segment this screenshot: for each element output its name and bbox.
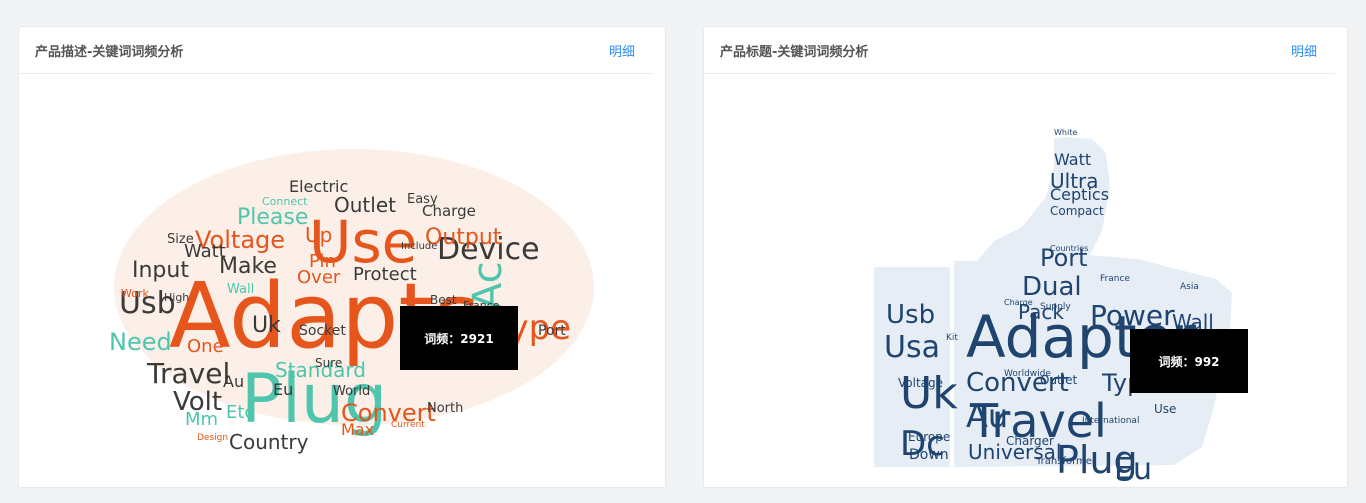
word-cloud-word[interactable]: Ceptics — [1050, 185, 1109, 204]
word-cloud-word[interactable]: Usb — [886, 300, 935, 330]
word-cloud-word[interactable]: Electric — [289, 177, 348, 196]
word-cloud-word[interactable]: Up — [305, 223, 332, 247]
word-cloud-word[interactable]: Size — [167, 232, 194, 247]
word-cloud-word[interactable]: Supply — [1040, 302, 1071, 312]
word-cloud-word[interactable]: Design — [197, 433, 228, 443]
word-cloud-word[interactable]: Kit — [946, 333, 958, 343]
word-cloud-word[interactable]: High — [164, 291, 189, 304]
word-cloud-word[interactable]: Travel — [146, 357, 230, 390]
word-cloud-word[interactable]: Charge — [1004, 298, 1033, 307]
word-cloud-word[interactable]: Uk — [252, 313, 281, 338]
word-cloud-word[interactable]: Work — [121, 287, 149, 300]
word-cloud-word[interactable]: Sure — [315, 356, 342, 370]
word-cloud-word[interactable]: Make — [219, 254, 277, 279]
word-cloud-word[interactable]: One — [187, 336, 224, 357]
word-cloud-word[interactable]: Down — [909, 447, 949, 463]
word-cloud-word[interactable]: Worldwide — [1004, 369, 1051, 379]
word-cloud-word[interactable]: Au — [966, 397, 1008, 435]
word-cloud-word[interactable]: Outlet — [334, 193, 396, 217]
word-cloud-word[interactable]: Max — [341, 420, 374, 439]
frequency-tooltip: 词频：992 — [1130, 329, 1248, 393]
word-cloud-oval[interactable]: AdaptsPlugUseVoltage DeviceAcTypeUsbTrave… — [19, 27, 667, 489]
word-cloud-word[interactable]: World — [333, 384, 370, 399]
word-cloud-word[interactable]: Transformer — [1035, 456, 1097, 467]
word-cloud-word[interactable]: Use — [1154, 402, 1176, 416]
word-cloud-word[interactable]: Socket — [299, 323, 346, 339]
word-cloud-word[interactable]: Europe — [908, 430, 950, 444]
word-cloud-word[interactable]: Etc — [226, 402, 254, 423]
word-cloud-word[interactable]: Watt — [1054, 150, 1091, 169]
keyword-card-title: 产品标题-关键词词频分析 明细 Adapter Travel Plug Power Uk… — [703, 26, 1348, 488]
keyword-card-description: 产品描述-关键词词频分析 明细 Adapts Plug Use Voltage Devi… — [18, 26, 666, 488]
word-cloud-word[interactable]: Charger — [1006, 434, 1054, 448]
frequency-tooltip: 词频：2921 — [400, 306, 518, 370]
word-cloud-word[interactable]: Over — [297, 267, 341, 288]
word-cloud-word[interactable]: Countries — [1050, 244, 1088, 253]
word-cloud-word[interactable]: Usa — [884, 330, 940, 365]
word-cloud-word[interactable]: International — [1082, 416, 1139, 426]
word-cloud-word[interactable]: Please — [237, 205, 308, 230]
word-cloud-word[interactable]: Au — [223, 372, 244, 391]
word-cloud-word[interactable]: Protect — [353, 264, 417, 285]
word-cloud-word[interactable]: France — [1100, 274, 1130, 284]
word-cloud-word[interactable]: Include — [401, 241, 437, 252]
word-cloud-thumbsup[interactable]: AdapterTravelPlugPowerUkUsaUsbDualPortPa… — [704, 27, 1349, 489]
word-cloud-word[interactable]: Asia — [1180, 282, 1199, 292]
word-cloud-word[interactable]: Wall — [227, 282, 254, 297]
word-cloud-word[interactable]: Eu — [273, 380, 293, 399]
word-cloud-word[interactable]: Current — [391, 420, 425, 430]
word-cloud-word[interactable]: Mm — [185, 409, 218, 430]
word-cloud-word[interactable]: Eu — [1114, 452, 1152, 487]
word-cloud-word[interactable]: Voltage — [898, 376, 943, 390]
word-cloud-word[interactable]: Need — [109, 328, 172, 356]
word-cloud-word[interactable]: North — [427, 401, 463, 416]
word-cloud-word[interactable]: Best — [430, 293, 457, 307]
word-cloud-word[interactable]: Easy — [407, 192, 438, 207]
word-cloud-word[interactable]: Connect — [262, 195, 308, 208]
word-cloud-word[interactable]: Country — [229, 430, 309, 454]
word-cloud-word[interactable]: Power — [1090, 299, 1175, 332]
word-cloud-word[interactable]: Port — [538, 323, 566, 339]
word-cloud-word[interactable]: Input — [132, 258, 189, 283]
word-cloud-word[interactable]: Compact — [1050, 204, 1104, 218]
word-cloud-word[interactable]: White — [1054, 128, 1077, 137]
